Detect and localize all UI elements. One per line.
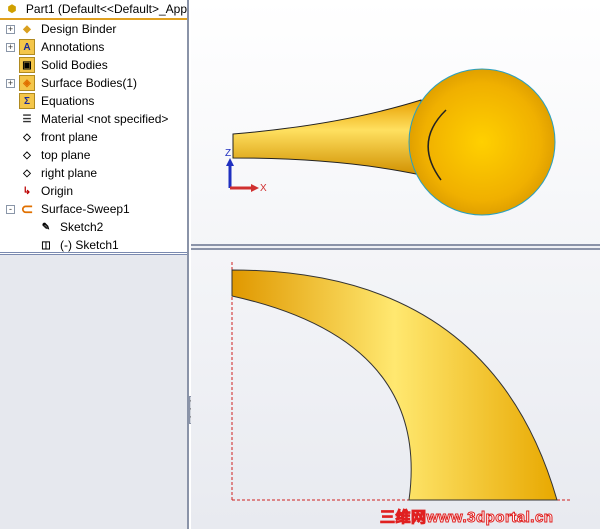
- item-label: Material <not specified>: [41, 112, 169, 126]
- front-view: [231, 262, 571, 501]
- model-views: Z X: [225, 68, 571, 501]
- tree-item-top-plane[interactable]: ◇ top plane: [0, 146, 187, 164]
- design-binder-icon: ◆: [23, 23, 31, 35]
- feature-manager-tree: ⬢ Part1 (Default<<Default>_App + ◆ Design …: [0, 0, 189, 529]
- item-label: front plane: [41, 130, 98, 144]
- plane-icon: ◇: [23, 131, 31, 143]
- tree-item-origin[interactable]: ↳ Origin: [0, 182, 187, 200]
- item-label: Equations: [41, 94, 95, 108]
- material-icon: ☰: [22, 113, 32, 125]
- expand-toggle[interactable]: +: [6, 42, 15, 52]
- part-title: Part1 (Default<<Default>_App: [25, 2, 187, 16]
- item-label: Sketch2: [60, 220, 104, 234]
- expand-toggle[interactable]: +: [6, 78, 15, 88]
- item-label: Design Binder: [41, 22, 117, 36]
- tree-item-annotations[interactable]: + A Annotations: [0, 38, 187, 56]
- tree-item-surface-sweep1[interactable]: - ⊂ Surface-Sweep1: [0, 200, 187, 218]
- graphics-area[interactable]: Z X: [191, 0, 600, 529]
- expand-toggle[interactable]: +: [6, 24, 15, 34]
- tree-item-equations[interactable]: Σ Equations: [0, 92, 187, 110]
- tree-item-sketch1[interactable]: ◫ (-) Sketch1: [0, 236, 187, 254]
- tree-item-front-plane[interactable]: ◇ front plane: [0, 128, 187, 146]
- item-label: top plane: [41, 148, 91, 162]
- tree-item-material[interactable]: ☰ Material <not specified>: [0, 110, 187, 128]
- top-view: Z X: [225, 68, 556, 216]
- plane-icon: ◇: [23, 149, 31, 161]
- tree-item-design-binder[interactable]: + ◆ Design Binder: [0, 20, 187, 38]
- collapse-toggle[interactable]: -: [6, 204, 15, 214]
- plane-icon: ◇: [23, 167, 31, 179]
- tree-item-solid-bodies[interactable]: ▣ Solid Bodies: [0, 56, 187, 74]
- item-label: Surface-Sweep1: [41, 202, 130, 216]
- x-axis-label: X: [260, 183, 267, 194]
- item-label: Origin: [41, 184, 74, 198]
- tree-item-right-plane[interactable]: ◇ right plane: [0, 164, 187, 182]
- surface-bodies-folder-icon: ◈: [19, 75, 35, 91]
- item-label: Surface Bodies(1): [41, 76, 138, 90]
- z-axis-label: Z: [225, 148, 231, 159]
- item-label: (-) Sketch1: [60, 238, 119, 252]
- part-icon: ⬢: [7, 3, 17, 15]
- sketch-icon: ✎: [41, 221, 51, 233]
- watermark: 三维网www.3dportal.cn: [379, 509, 554, 527]
- tree-item-sketch2[interactable]: ✎ Sketch2: [0, 218, 187, 236]
- tree-item-surface-bodies[interactable]: + ◈ Surface Bodies(1): [0, 74, 187, 92]
- item-label: right plane: [41, 166, 98, 180]
- equations-folder-icon: Σ: [19, 93, 35, 109]
- sweep-body-top: [232, 99, 422, 176]
- sketch-icon: ◫: [41, 239, 51, 251]
- item-label: Annotations: [41, 40, 105, 54]
- sweep-end-face: [408, 68, 556, 216]
- sweep-icon: ⊂: [20, 201, 34, 218]
- sweep-body-front: [231, 269, 558, 501]
- annotations-folder-icon: A: [19, 39, 35, 55]
- solid-bodies-folder-icon: ▣: [19, 57, 35, 73]
- viewport-splitter[interactable]: [191, 244, 600, 250]
- item-label: Solid Bodies: [41, 58, 108, 72]
- origin-icon: ↳: [22, 185, 32, 197]
- tree-root-part1[interactable]: ⬢ Part1 (Default<<Default>_App: [0, 0, 187, 20]
